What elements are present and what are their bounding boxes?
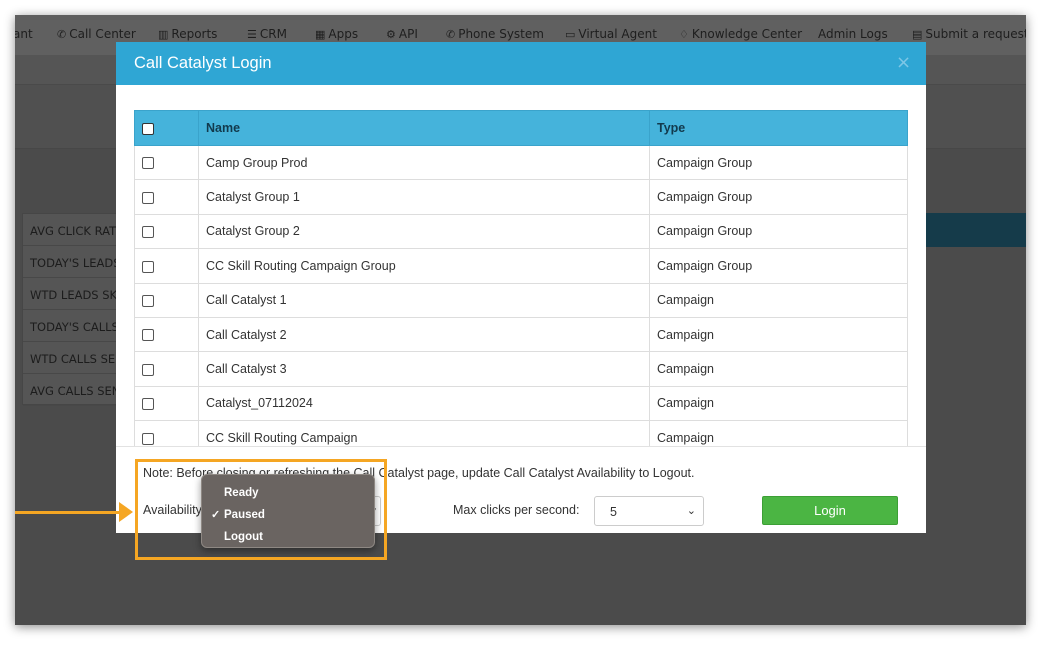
bar-chart-icon: ▥ bbox=[158, 28, 169, 41]
modal-title: Call Catalyst Login bbox=[134, 54, 272, 72]
row-checkbox-cell bbox=[134, 248, 199, 284]
nav-label: API bbox=[398, 27, 418, 41]
table-row: CC Skill Routing Campaign Campaign bbox=[134, 420, 908, 446]
login-button[interactable]: Login bbox=[762, 496, 898, 525]
max-clicks-label: Max clicks per second: bbox=[453, 503, 580, 517]
row-checkbox[interactable] bbox=[142, 157, 154, 170]
row-type: Campaign bbox=[649, 282, 908, 318]
nav-item-phone-system[interactable]: ✆ Phone System bbox=[446, 27, 544, 41]
column-header-name: Name bbox=[198, 110, 650, 146]
pointer-arrow-shaft bbox=[15, 511, 121, 514]
modal-header: Call Catalyst Login × bbox=[116, 42, 926, 85]
row-checkbox-cell bbox=[134, 144, 199, 181]
table-row: Call Catalyst 1 Campaign bbox=[134, 282, 908, 318]
ticket-icon: ▤ bbox=[912, 28, 923, 41]
max-clicks-value: 5 bbox=[610, 505, 617, 519]
row-name: Call Catalyst 3 bbox=[198, 351, 650, 387]
screenshot-frame: ant ✆ Call Center ▥ Reports ☰ CRM ▦ Apps ⚙ AP… bbox=[15, 15, 1026, 625]
row-checkbox-cell bbox=[134, 351, 199, 387]
close-icon[interactable]: × bbox=[896, 54, 911, 72]
row-type: Campaign Group bbox=[649, 179, 908, 215]
row-type: Campaign bbox=[649, 351, 908, 387]
pointer-arrow-icon bbox=[119, 502, 133, 522]
nav-item-knowledge-center[interactable]: ♢ Knowledge Center bbox=[679, 27, 802, 41]
row-name: Catalyst Group 2 bbox=[198, 213, 650, 250]
nav-label: Virtual Agent bbox=[578, 27, 657, 41]
nav-item-admin-logs[interactable]: Admin Logs bbox=[818, 27, 888, 41]
row-checkbox-cell bbox=[134, 420, 199, 446]
nav-label: Knowledge Center bbox=[691, 27, 803, 41]
row-checkbox[interactable] bbox=[142, 191, 154, 204]
table-row: Call Catalyst 2 Campaign bbox=[134, 316, 908, 353]
nav-item-reports[interactable]: ▥ Reports bbox=[158, 27, 217, 41]
select-all-cell bbox=[134, 110, 199, 146]
row-name: CC Skill Routing Campaign bbox=[198, 420, 650, 446]
nav-label: CRM bbox=[259, 27, 287, 41]
row-name: Camp Group Prod bbox=[198, 144, 650, 181]
grid-icon: ▦ bbox=[315, 28, 326, 41]
nav-label: Submit a request bbox=[925, 27, 1026, 41]
row-type: Campaign Group bbox=[649, 144, 908, 181]
row-type: Campaign Group bbox=[649, 248, 908, 284]
row-checkbox-cell bbox=[134, 179, 199, 215]
row-type: Campaign Group bbox=[649, 213, 908, 250]
row-checkbox[interactable] bbox=[142, 398, 154, 411]
select-all-checkbox[interactable] bbox=[142, 122, 154, 135]
nav-item-api[interactable]: ⚙ API bbox=[386, 27, 418, 41]
row-checkbox-cell bbox=[134, 316, 199, 353]
row-checkbox-cell bbox=[134, 385, 199, 422]
row-checkbox[interactable] bbox=[142, 226, 154, 239]
row-type: Campaign bbox=[649, 385, 908, 422]
campaign-table: Name Type Camp Group Prod Campaign Group … bbox=[134, 110, 908, 446]
list-icon: ☰ bbox=[247, 28, 257, 41]
row-name: Catalyst Group 1 bbox=[198, 179, 650, 215]
nav-item-crm[interactable]: ☰ CRM bbox=[247, 27, 287, 41]
row-checkbox-cell bbox=[134, 213, 199, 250]
nav-item-call-center[interactable]: ✆ Call Center bbox=[57, 27, 136, 41]
row-type: Campaign bbox=[649, 316, 908, 353]
monitor-icon: ▭ bbox=[565, 28, 576, 41]
nav-item-truncated[interactable]: ant bbox=[15, 27, 33, 41]
table-row: Camp Group Prod Campaign Group bbox=[134, 144, 908, 181]
nav-item-virtual-agent[interactable]: ▭ Virtual Agent bbox=[565, 27, 657, 41]
nav-label: Apps bbox=[328, 27, 359, 41]
row-checkbox[interactable] bbox=[142, 363, 154, 376]
campaign-table-scroll[interactable]: Name Type Camp Group Prod Campaign Group … bbox=[134, 110, 908, 446]
row-checkbox[interactable] bbox=[142, 329, 154, 342]
chevron-down-icon: ⌄ bbox=[686, 504, 696, 517]
table-row: Catalyst Group 1 Campaign Group bbox=[134, 179, 908, 215]
max-clicks-select[interactable]: 5 ⌄ bbox=[594, 496, 704, 526]
table-header-row: Name Type bbox=[134, 110, 908, 146]
nav-label: ant bbox=[15, 27, 33, 41]
phone-icon: ✆ bbox=[57, 28, 67, 41]
row-checkbox[interactable] bbox=[142, 294, 154, 307]
gear-icon: ⚙ bbox=[386, 28, 396, 41]
row-type: Campaign bbox=[649, 420, 908, 446]
row-name: CC Skill Routing Campaign Group bbox=[198, 248, 650, 284]
column-header-type: Type bbox=[649, 110, 908, 146]
lightbulb-icon: ♢ bbox=[679, 28, 689, 41]
row-checkbox-cell bbox=[134, 282, 199, 318]
nav-label: Admin Logs bbox=[818, 27, 888, 41]
table-row: Catalyst_07112024 Campaign bbox=[134, 385, 908, 422]
table-row: Call Catalyst 3 Campaign bbox=[134, 351, 908, 387]
nav-item-submit-request[interactable]: ▤ Submit a request bbox=[912, 27, 1026, 41]
row-checkbox[interactable] bbox=[142, 260, 154, 273]
row-name: Call Catalyst 2 bbox=[198, 316, 650, 353]
table-row: Catalyst Group 2 Campaign Group bbox=[134, 213, 908, 250]
row-name: Call Catalyst 1 bbox=[198, 282, 650, 318]
panel-header-bar bbox=[923, 213, 1026, 247]
nav-label: Call Center bbox=[69, 27, 136, 41]
row-name: Catalyst_07112024 bbox=[198, 385, 650, 422]
highlight-box bbox=[135, 459, 387, 560]
table-row: CC Skill Routing Campaign Group Campaign … bbox=[134, 248, 908, 284]
nav-item-apps[interactable]: ▦ Apps bbox=[315, 27, 358, 41]
row-checkbox[interactable] bbox=[142, 432, 154, 445]
nav-label: Phone System bbox=[458, 27, 544, 41]
nav-label: Reports bbox=[171, 27, 218, 41]
phone-icon: ✆ bbox=[446, 28, 456, 41]
